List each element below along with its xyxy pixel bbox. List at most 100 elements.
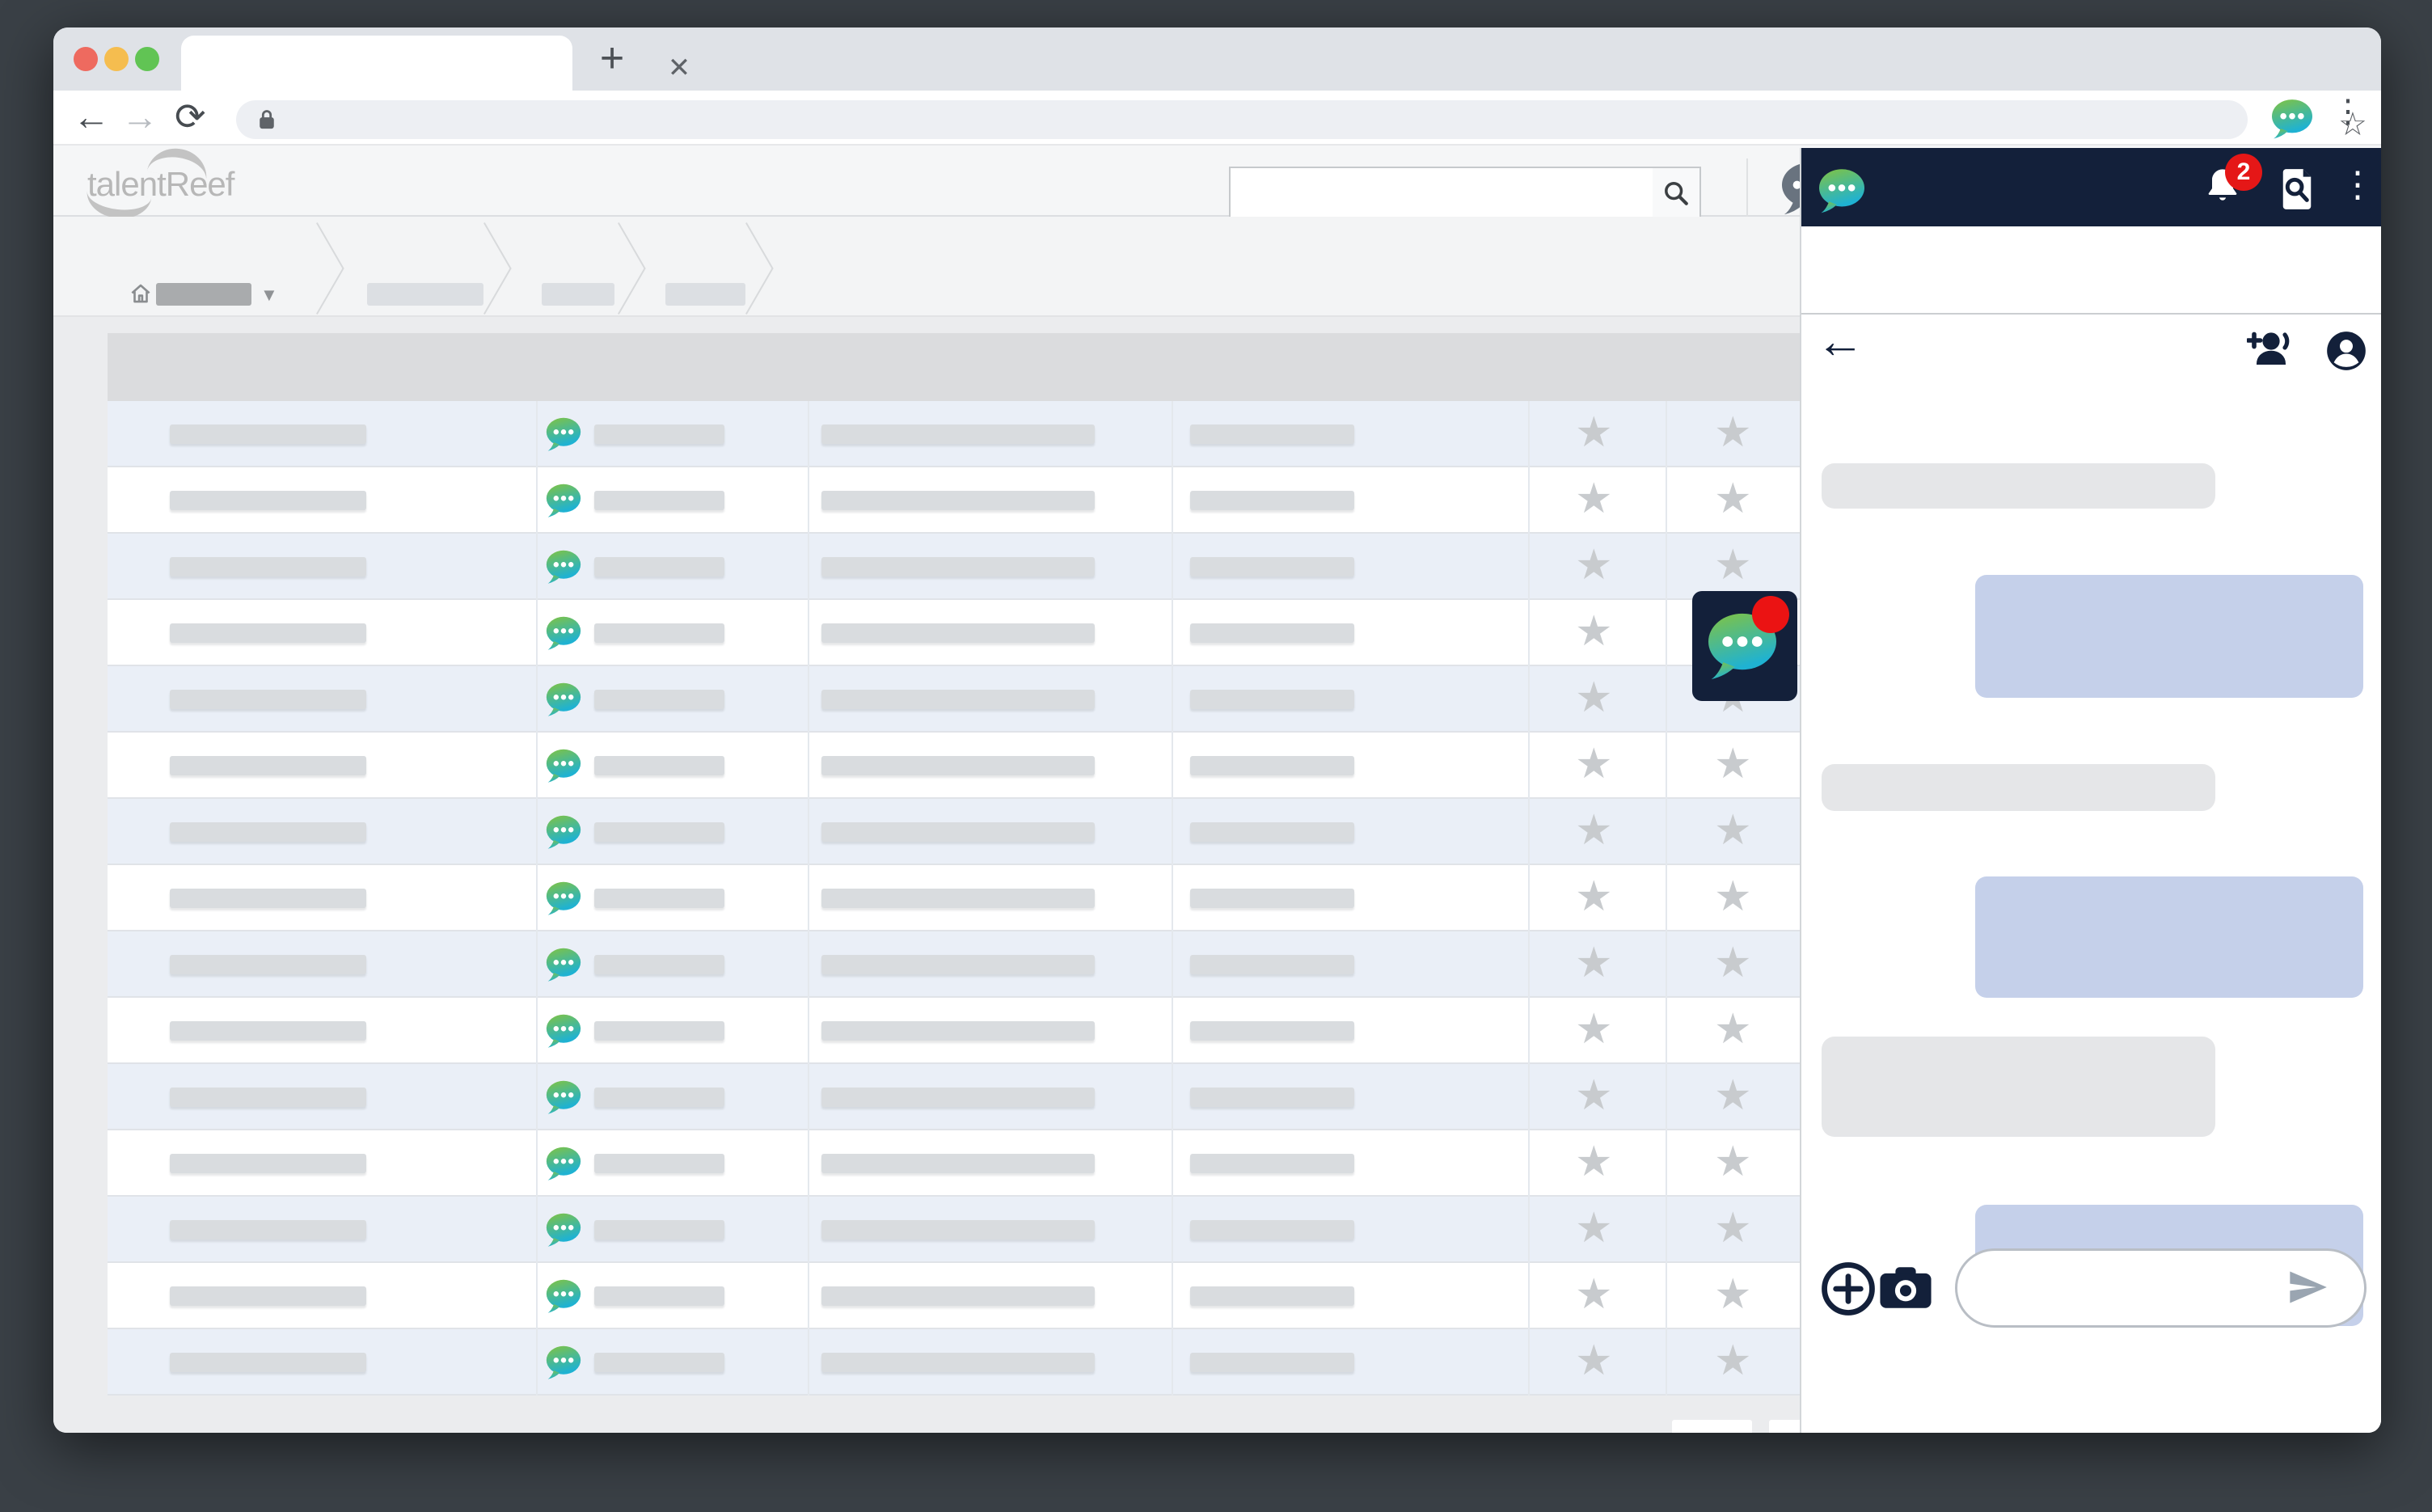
attach-plus-icon[interactable]: [1821, 1261, 1876, 1316]
favorite-star-icon[interactable]: ★: [1714, 1071, 1752, 1120]
camera-icon[interactable]: [1879, 1266, 1932, 1309]
new-tab-button[interactable]: +: [593, 40, 631, 78]
row-chat-icon[interactable]: [545, 875, 582, 922]
account-circle-icon[interactable]: [2325, 330, 2367, 372]
cell-placeholder-bar: [1190, 424, 1354, 444]
favorite-star-icon[interactable]: ★: [1575, 1005, 1613, 1054]
favorite-star-icon[interactable]: ★: [1575, 740, 1613, 788]
cell-placeholder-bar: [1190, 955, 1354, 974]
favorite-star-icon[interactable]: ★: [1575, 1071, 1613, 1120]
forward-button[interactable]: →: [121, 95, 158, 137]
cell-placeholder-bar: [1190, 557, 1354, 577]
row-chat-icon[interactable]: [545, 1206, 582, 1253]
row-chat-icon[interactable]: [545, 543, 582, 590]
cell-placeholder-bar: [170, 756, 366, 775]
row-chat-icon[interactable]: [545, 941, 582, 988]
row-chat-icon[interactable]: [545, 477, 582, 524]
favorite-star-icon[interactable]: ★: [1714, 1005, 1752, 1054]
refresh-button[interactable]: ⟳: [175, 95, 206, 137]
row-chat-icon[interactable]: [545, 1007, 582, 1054]
chevron-separator-icon: [745, 223, 775, 314]
add-person-icon[interactable]: [2247, 328, 2295, 369]
cell-placeholder-bar: [170, 1154, 366, 1173]
cell-placeholder-bar: [170, 1021, 366, 1041]
send-icon[interactable]: [2286, 1266, 2329, 1308]
breadcrumb-item[interactable]: [367, 283, 483, 306]
row-chat-icon[interactable]: [545, 676, 582, 723]
pagination-button[interactable]: [1672, 1420, 1752, 1433]
browser-menu-icon[interactable]: ⋮: [2332, 91, 2364, 132]
favorite-star-icon[interactable]: ★: [1714, 1204, 1752, 1252]
favorite-star-icon[interactable]: ★: [1714, 939, 1752, 987]
breadcrumb-item[interactable]: [156, 283, 251, 306]
favorite-star-icon[interactable]: ★: [1714, 1337, 1752, 1385]
chat-launcher-badge[interactable]: [1692, 591, 1797, 701]
messenger-menu-icon[interactable]: ⋮: [2340, 161, 2375, 209]
row-chat-icon[interactable]: [545, 1140, 582, 1187]
chevron-separator-icon: [483, 223, 513, 314]
row-chat-icon[interactable]: [545, 1273, 582, 1320]
favorite-star-icon[interactable]: ★: [1714, 1270, 1752, 1319]
favorite-star-icon[interactable]: ★: [1714, 475, 1752, 523]
cell-placeholder-bar: [594, 1154, 724, 1173]
close-window-button[interactable]: [74, 47, 98, 71]
favorite-star-icon[interactable]: ★: [1575, 806, 1613, 855]
messenger-panel: 2 ⋮ ←: [1800, 148, 2381, 1433]
column-divider: [808, 401, 809, 1396]
row-chat-icon[interactable]: [545, 411, 582, 458]
favorite-star-icon[interactable]: ★: [1575, 674, 1613, 722]
cell-placeholder-bar: [821, 1154, 1095, 1173]
favorite-star-icon[interactable]: ★: [1575, 872, 1613, 921]
cell-placeholder-bar: [594, 623, 724, 643]
favorite-star-icon[interactable]: ★: [1575, 1337, 1613, 1385]
row-chat-icon[interactable]: [545, 1339, 582, 1386]
favorite-star-icon[interactable]: ★: [1575, 408, 1613, 457]
browser-toolbar: ← → ⟳ ☆ ⋮: [53, 91, 2381, 146]
cell-placeholder-bar: [1190, 1220, 1354, 1240]
favorite-star-icon[interactable]: ★: [1575, 1138, 1613, 1186]
caret-down-icon[interactable]: ▼: [260, 285, 278, 306]
row-chat-icon[interactable]: [545, 610, 582, 657]
minimize-window-button[interactable]: [104, 47, 129, 71]
favorite-star-icon[interactable]: ★: [1575, 1270, 1613, 1319]
cell-placeholder-bar: [170, 690, 366, 709]
cell-placeholder-bar: [170, 557, 366, 577]
maximize-window-button[interactable]: [135, 47, 159, 71]
back-arrow-icon[interactable]: ←: [1816, 317, 1864, 365]
chat-extension-icon[interactable]: [2269, 99, 2315, 139]
cell-placeholder-bar: [1190, 1154, 1354, 1173]
favorite-star-icon[interactable]: ★: [1714, 806, 1752, 855]
favorite-star-icon[interactable]: ★: [1575, 607, 1613, 656]
talentreef-logo: talentReef: [86, 152, 264, 213]
favorite-star-icon[interactable]: ★: [1575, 1204, 1613, 1252]
browser-tab[interactable]: ✕: [181, 36, 572, 91]
favorite-star-icon[interactable]: ★: [1714, 1138, 1752, 1186]
home-icon[interactable]: [129, 281, 153, 306]
favorite-star-icon[interactable]: ★: [1714, 408, 1752, 457]
cell-placeholder-bar: [1190, 1353, 1354, 1372]
favorite-star-icon[interactable]: ★: [1575, 475, 1613, 523]
cell-placeholder-bar: [821, 424, 1095, 444]
messenger-logo-icon: [1817, 168, 1867, 213]
search-input[interactable]: [1229, 167, 1654, 218]
cell-placeholder-bar: [821, 690, 1095, 709]
tab-close-icon[interactable]: ✕: [663, 52, 695, 84]
search-conversations-icon[interactable]: [2278, 167, 2316, 211]
row-chat-icon[interactable]: [545, 742, 582, 789]
breadcrumb-item[interactable]: [542, 283, 614, 306]
cell-placeholder-bar: [1190, 1088, 1354, 1107]
search-button[interactable]: [1653, 167, 1701, 218]
favorite-star-icon[interactable]: ★: [1714, 872, 1752, 921]
cell-placeholder-bar: [821, 889, 1095, 908]
favorite-star-icon[interactable]: ★: [1575, 939, 1613, 987]
breadcrumb-item[interactable]: [665, 283, 745, 306]
cell-placeholder-bar: [170, 491, 366, 510]
address-bar[interactable]: ☆: [236, 100, 2248, 139]
message-bubble-outgoing: [1975, 876, 2363, 998]
favorite-star-icon[interactable]: ★: [1714, 740, 1752, 788]
row-chat-icon[interactable]: [545, 1074, 582, 1121]
row-chat-icon[interactable]: [545, 809, 582, 855]
favorite-star-icon[interactable]: ★: [1575, 541, 1613, 589]
back-button[interactable]: ←: [73, 95, 110, 137]
favorite-star-icon[interactable]: ★: [1714, 541, 1752, 589]
